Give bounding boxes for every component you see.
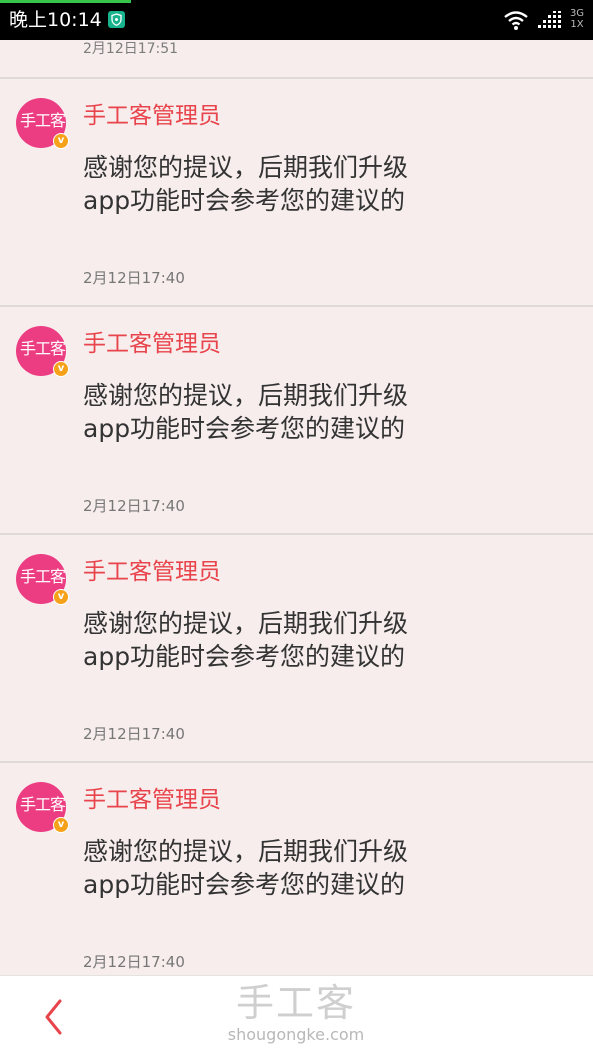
network-type-label: 3G (569, 8, 585, 19)
avatar[interactable]: 手工客 v (16, 326, 69, 377)
sender-name[interactable]: 手工客管理员 (83, 329, 221, 359)
back-button[interactable] (30, 990, 80, 1040)
message-body: 感谢您的提议，后期我们升级app功能时会参考您的建议的 (83, 609, 409, 671)
sender-name[interactable]: 手工客管理员 (83, 557, 221, 587)
message-time: 2月12日17:40 (83, 269, 185, 287)
network-type: 3G 1X (566, 8, 588, 30)
status-progress-indicator (0, 0, 131, 3)
avatar-text: 手工客 (20, 111, 66, 130)
brand-name: 手工客 (235, 981, 356, 1025)
signal-icon (538, 11, 564, 35)
brand-url: shougongke.com (227, 1025, 365, 1044)
shield-icon (108, 11, 125, 28)
sender-name[interactable]: 手工客管理员 (83, 101, 221, 131)
list-item[interactable]: 手工客 v 手工客管理员 感谢您的提议，后期我们升级app功能时会参考您的建议的… (0, 79, 593, 305)
previous-message-time: 2月12日17:51 (83, 41, 179, 57)
bottom-bar: 手工客 shougongke.com (0, 975, 593, 1055)
brand-logo: 手工客 shougongke.com (196, 980, 396, 1050)
avatar[interactable]: 手工客 v (16, 782, 69, 833)
avatar-text: 手工客 (20, 567, 66, 586)
verified-badge-icon: v (53, 817, 69, 833)
message-body: 感谢您的提议，后期我们升级app功能时会参考您的建议的 (83, 153, 409, 215)
message-body: 感谢您的提议，后期我们升级app功能时会参考您的建议的 (83, 381, 409, 443)
wifi-icon (503, 10, 529, 34)
message-body: 感谢您的提议，后期我们升级app功能时会参考您的建议的 (83, 837, 409, 899)
message-time: 2月12日17:40 (83, 953, 185, 971)
avatar[interactable]: 手工客 v (16, 554, 69, 605)
verified-badge-icon: v (53, 133, 69, 149)
avatar[interactable]: 手工客 v (16, 98, 69, 149)
avatar-text: 手工客 (20, 339, 66, 358)
list-item[interactable]: 手工客 v 手工客管理员 感谢您的提议，后期我们升级app功能时会参考您的建议的… (0, 763, 593, 975)
avatar-text: 手工客 (20, 795, 66, 814)
list-item[interactable]: 手工客 v 手工客管理员 感谢您的提议，后期我们升级app功能时会参考您的建议的… (0, 535, 593, 761)
message-list[interactable]: 2月12日17:51 手工客 v 手工客管理员 感谢您的提议，后期我们升级app… (0, 40, 593, 975)
status-time: 晚上10:14 (9, 9, 102, 31)
message-time: 2月12日17:40 (83, 497, 185, 515)
chevron-left-icon (45, 999, 62, 1035)
network-sub-label: 1X (570, 19, 584, 30)
sender-name[interactable]: 手工客管理员 (83, 785, 221, 815)
verified-badge-icon: v (53, 589, 69, 605)
verified-badge-icon: v (53, 361, 69, 377)
list-item[interactable]: 手工客 v 手工客管理员 感谢您的提议，后期我们升级app功能时会参考您的建议的… (0, 307, 593, 533)
status-bar: 晚上10:14 3G 1X (0, 0, 593, 40)
message-time: 2月12日17:40 (83, 725, 185, 743)
